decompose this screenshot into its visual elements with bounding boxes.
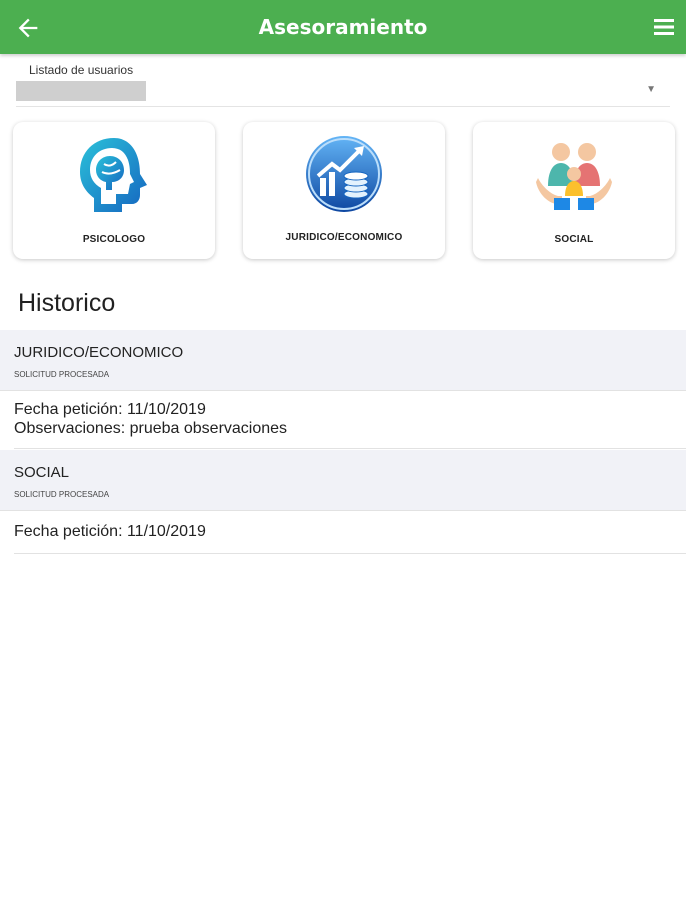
history-entry-status: SOLICITUD PROCESADA [14, 370, 110, 379]
history-entry-header[interactable]: JURIDICO/ECONOMICO SOLICITUD PROCESADA [0, 330, 686, 391]
card-juridico-economico[interactable]: JURIDICO/ECONOMICO [243, 122, 445, 259]
dropdown-arrow-icon[interactable]: ▼ [646, 84, 656, 95]
card-label: JURIDICO/ECONOMICO [285, 232, 403, 243]
card-label: SOCIAL [554, 234, 594, 245]
family-hands-icon [536, 143, 612, 210]
history-entry-status: SOLICITUD PROCESADA [14, 490, 110, 499]
user-select-label: Listado de usuarios [29, 63, 134, 77]
user-select-value[interactable] [16, 81, 146, 101]
history-entry-category: SOCIAL [14, 464, 70, 481]
history-entry-fecha: Fecha petición: 11/10/2019 [14, 401, 206, 418]
app-bar: Asesoramiento [0, 0, 686, 54]
page-title: Asesoramiento [258, 15, 428, 39]
history-entry-detail: Fecha petición: 11/10/2019 [14, 522, 686, 554]
historico-title: Historico [18, 289, 116, 317]
history-entry-detail: Fecha petición: 11/10/2019 Observaciones… [14, 400, 686, 449]
card-label: PSICOLOGO [82, 234, 146, 245]
history-entry-observaciones: Observaciones: prueba observaciones [14, 420, 288, 437]
history-entry-category: JURIDICO/ECONOMICO [14, 344, 184, 361]
card-psicologo[interactable]: PSICOLOGO [13, 122, 215, 259]
user-select[interactable]: Listado de usuarios ▼ [16, 58, 670, 107]
history-entry-header[interactable]: SOCIAL SOLICITUD PROCESADA [0, 450, 686, 511]
card-social[interactable]: SOCIAL [473, 122, 675, 259]
growth-coins-icon [306, 136, 382, 212]
brain-head-icon [80, 138, 147, 212]
hamburger-menu-icon[interactable] [652, 17, 676, 37]
history-entry-fecha: Fecha petición: 11/10/2019 [14, 523, 206, 540]
